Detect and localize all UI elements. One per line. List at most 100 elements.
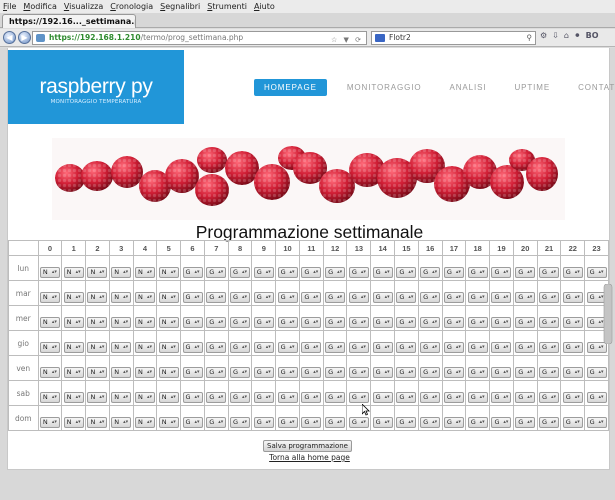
mode-select[interactable]: G ▴▾ <box>325 416 346 428</box>
mode-select[interactable]: N ▴▾ <box>111 416 132 428</box>
mode-select[interactable]: G ▴▾ <box>562 416 583 428</box>
mode-select[interactable]: N ▴▾ <box>111 341 132 353</box>
mode-select[interactable]: G ▴▾ <box>562 341 583 353</box>
mode-select[interactable]: G ▴▾ <box>396 316 417 328</box>
mode-select[interactable]: G ▴▾ <box>348 266 369 278</box>
mode-select[interactable]: G ▴▾ <box>420 291 441 303</box>
mode-select[interactable]: G ▴▾ <box>515 316 536 328</box>
menu-item-file[interactable]: File <box>3 0 16 13</box>
mode-select[interactable]: G ▴▾ <box>348 291 369 303</box>
mode-select[interactable]: G ▴▾ <box>420 391 441 403</box>
forward-icon[interactable]: ▶ <box>18 31 31 44</box>
mode-select[interactable]: G ▴▾ <box>182 266 203 278</box>
mode-select[interactable]: G ▴▾ <box>301 391 322 403</box>
mode-select[interactable]: G ▴▾ <box>515 291 536 303</box>
profile-label[interactable]: BO <box>586 31 599 40</box>
mode-select[interactable]: G ▴▾ <box>420 341 441 353</box>
mode-select[interactable]: N ▴▾ <box>87 316 108 328</box>
menu-item-cronologia[interactable]: Cronologia <box>110 0 153 13</box>
mode-select[interactable]: G ▴▾ <box>467 366 488 378</box>
mode-select[interactable]: G ▴▾ <box>586 391 607 403</box>
mode-select[interactable]: G ▴▾ <box>253 416 274 428</box>
mode-select[interactable]: N ▴▾ <box>39 391 60 403</box>
mode-select[interactable]: G ▴▾ <box>325 266 346 278</box>
mode-select[interactable]: G ▴▾ <box>325 291 346 303</box>
mode-select[interactable]: N ▴▾ <box>158 266 179 278</box>
mode-select[interactable]: N ▴▾ <box>158 366 179 378</box>
mode-select[interactable]: N ▴▾ <box>134 416 155 428</box>
mode-select[interactable]: G ▴▾ <box>230 341 251 353</box>
mode-select[interactable]: G ▴▾ <box>491 391 512 403</box>
mode-select[interactable]: G ▴▾ <box>372 416 393 428</box>
mode-select[interactable]: G ▴▾ <box>491 366 512 378</box>
nav-item-monitoraggio[interactable]: MONITORAGGIO <box>337 79 432 96</box>
mode-select[interactable]: G ▴▾ <box>348 316 369 328</box>
mode-select[interactable]: G ▴▾ <box>277 316 298 328</box>
save-schedule-button[interactable]: Salva programmazione <box>263 440 352 452</box>
mode-select[interactable]: N ▴▾ <box>134 391 155 403</box>
mode-select[interactable]: G ▴▾ <box>230 391 251 403</box>
mode-select[interactable]: G ▴▾ <box>538 316 559 328</box>
mode-select[interactable]: G ▴▾ <box>538 416 559 428</box>
mode-select[interactable]: G ▴▾ <box>562 316 583 328</box>
mode-select[interactable]: G ▴▾ <box>467 341 488 353</box>
mode-select[interactable]: G ▴▾ <box>253 366 274 378</box>
mode-select[interactable]: G ▴▾ <box>230 316 251 328</box>
mode-select[interactable]: G ▴▾ <box>301 341 322 353</box>
nav-item-analisi[interactable]: ANALISI <box>440 79 497 96</box>
mode-select[interactable]: G ▴▾ <box>467 391 488 403</box>
mode-select[interactable]: G ▴▾ <box>372 391 393 403</box>
mode-select[interactable]: N ▴▾ <box>87 416 108 428</box>
mode-select[interactable]: G ▴▾ <box>515 416 536 428</box>
mode-select[interactable]: G ▴▾ <box>467 316 488 328</box>
mode-select[interactable]: G ▴▾ <box>301 366 322 378</box>
mode-select[interactable]: G ▴▾ <box>372 266 393 278</box>
mode-select[interactable]: G ▴▾ <box>443 391 464 403</box>
mode-select[interactable]: G ▴▾ <box>538 391 559 403</box>
mode-select[interactable]: N ▴▾ <box>87 266 108 278</box>
mode-select[interactable]: G ▴▾ <box>467 416 488 428</box>
mode-select[interactable]: G ▴▾ <box>301 416 322 428</box>
mode-select[interactable]: G ▴▾ <box>491 266 512 278</box>
mode-select[interactable]: N ▴▾ <box>63 341 84 353</box>
mode-select[interactable]: G ▴▾ <box>301 266 322 278</box>
mode-select[interactable]: N ▴▾ <box>87 341 108 353</box>
mode-select[interactable]: G ▴▾ <box>467 291 488 303</box>
mode-select[interactable]: N ▴▾ <box>63 366 84 378</box>
mode-select[interactable]: N ▴▾ <box>39 366 60 378</box>
site-identity-icon[interactable] <box>36 34 45 42</box>
mode-select[interactable]: G ▴▾ <box>325 316 346 328</box>
mode-select[interactable]: N ▴▾ <box>111 266 132 278</box>
mode-select[interactable]: G ▴▾ <box>253 341 274 353</box>
mode-select[interactable]: G ▴▾ <box>348 341 369 353</box>
mode-select[interactable]: G ▴▾ <box>206 316 227 328</box>
mode-select[interactable]: G ▴▾ <box>491 316 512 328</box>
mode-select[interactable]: G ▴▾ <box>230 266 251 278</box>
mode-select[interactable]: N ▴▾ <box>158 341 179 353</box>
mode-select[interactable]: N ▴▾ <box>134 316 155 328</box>
site-logo[interactable]: raspberry py MONITORAGGIO TEMPERATURA <box>8 50 184 124</box>
mode-select[interactable]: G ▴▾ <box>372 366 393 378</box>
mode-select[interactable]: G ▴▾ <box>182 366 203 378</box>
mode-select[interactable]: G ▴▾ <box>420 366 441 378</box>
mode-select[interactable]: G ▴▾ <box>515 341 536 353</box>
scrollbar-thumb[interactable] <box>603 284 613 344</box>
mode-select[interactable]: G ▴▾ <box>253 316 274 328</box>
search-engine-icon[interactable] <box>375 34 385 42</box>
mode-select[interactable]: N ▴▾ <box>134 291 155 303</box>
mode-select[interactable]: G ▴▾ <box>230 366 251 378</box>
mode-select[interactable]: G ▴▾ <box>206 366 227 378</box>
search-icon[interactable]: ⚲ <box>527 32 533 44</box>
mode-select[interactable]: G ▴▾ <box>348 366 369 378</box>
mode-select[interactable]: G ▴▾ <box>538 366 559 378</box>
mode-select[interactable]: N ▴▾ <box>87 366 108 378</box>
mode-select[interactable]: G ▴▾ <box>277 266 298 278</box>
mode-select[interactable]: G ▴▾ <box>230 291 251 303</box>
mode-select[interactable]: G ▴▾ <box>420 266 441 278</box>
mode-select[interactable]: G ▴▾ <box>206 291 227 303</box>
mode-select[interactable]: G ▴▾ <box>538 291 559 303</box>
mode-select[interactable]: G ▴▾ <box>396 366 417 378</box>
home-icon[interactable]: ⌂ <box>564 31 569 40</box>
mode-select[interactable]: G ▴▾ <box>182 291 203 303</box>
mode-select[interactable]: G ▴▾ <box>515 366 536 378</box>
